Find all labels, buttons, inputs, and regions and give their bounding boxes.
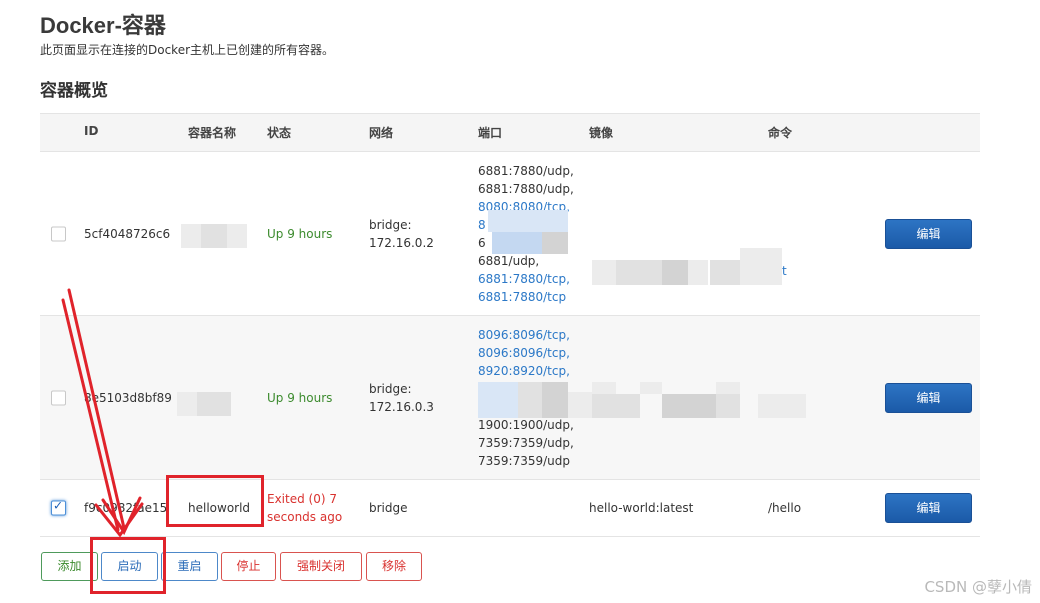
annotation-arrows: [61, 288, 144, 538]
watermark: CSDN @孽小倩: [924, 578, 1032, 596]
arrow-line: [61, 298, 120, 532]
arrow-line: [67, 288, 126, 530]
